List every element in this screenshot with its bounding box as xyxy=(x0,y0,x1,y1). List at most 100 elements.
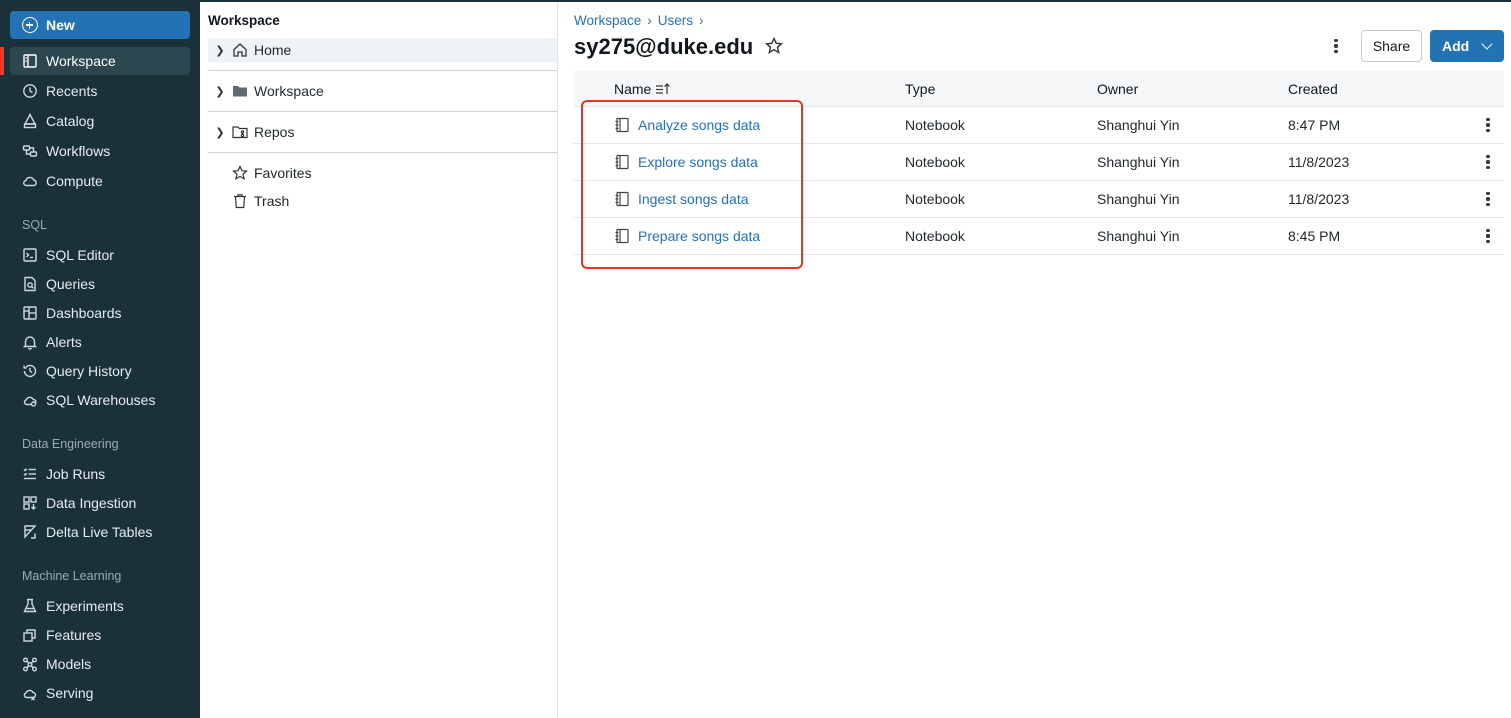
workflows-icon xyxy=(22,143,38,159)
tree-item-label: Trash xyxy=(254,193,290,209)
sidebar-item-label: SQL Editor xyxy=(46,247,114,263)
sidebar-item-label: Alerts xyxy=(46,334,82,350)
bell-icon xyxy=(22,334,38,350)
share-button[interactable]: Share xyxy=(1361,30,1422,62)
tree-divider xyxy=(208,111,557,112)
breadcrumb-separator: › xyxy=(699,13,704,28)
more-options-icon[interactable] xyxy=(1326,36,1346,56)
sort-ascending-icon[interactable] xyxy=(655,82,671,96)
row-more-options-icon[interactable] xyxy=(1478,115,1498,135)
tree-item-favorites[interactable]: Favorites xyxy=(208,161,557,185)
row-more-options-icon[interactable] xyxy=(1478,152,1498,172)
sidebar-item-label: Serving xyxy=(46,685,94,701)
sidebar-item-query-history[interactable]: Query History xyxy=(10,357,190,385)
sidebar-item-label: Features xyxy=(46,627,102,643)
tree-divider xyxy=(208,70,557,71)
sidebar-item-catalog[interactable]: Catalog xyxy=(10,107,190,135)
cell-type: Notebook xyxy=(905,228,965,244)
cell-created: 11/8/2023 xyxy=(1288,191,1350,207)
column-header-owner[interactable]: Owner xyxy=(1097,81,1288,97)
sidebar-item-data-ingestion[interactable]: Data Ingestion xyxy=(10,489,190,517)
add-button-label: Add xyxy=(1442,38,1470,54)
sidebar-item-models[interactable]: Models xyxy=(10,650,190,678)
chevron-right-icon[interactable]: ❯ xyxy=(214,126,226,139)
column-header-created[interactable]: Created xyxy=(1288,81,1478,97)
new-button[interactable]: New xyxy=(10,11,190,39)
sidebar-item-label: Experiments xyxy=(46,598,124,614)
sidebar-item-label: Models xyxy=(46,656,92,672)
tree-item-workspace[interactable]: ❯ Workspace xyxy=(208,79,557,103)
clock-icon xyxy=(22,83,38,99)
favorite-star-icon[interactable] xyxy=(764,36,784,56)
cell-owner: Shanghui Yin xyxy=(1097,117,1180,133)
models-icon xyxy=(22,656,38,672)
sidebar-item-compute[interactable]: Compute xyxy=(10,167,190,195)
sidebar-item-queries[interactable]: Queries xyxy=(10,270,190,298)
trash-icon xyxy=(232,193,248,209)
cloud-icon xyxy=(22,173,38,189)
column-header-name[interactable]: Name xyxy=(574,81,905,97)
catalog-icon xyxy=(22,113,38,129)
cell-owner: Shanghui Yin xyxy=(1097,228,1180,244)
sidebar-item-experiments[interactable]: Experiments xyxy=(10,592,190,620)
sidebar-item-sql-warehouses[interactable]: SQL Warehouses xyxy=(10,386,190,414)
breadcrumb: Workspace › Users › xyxy=(574,13,704,28)
ingestion-icon xyxy=(22,495,38,511)
breadcrumb-separator: › xyxy=(647,13,652,28)
queries-icon xyxy=(22,276,38,292)
tree-item-label: Repos xyxy=(254,124,295,140)
section-heading-data-engineering: Data Engineering xyxy=(22,437,119,451)
sidebar-item-delta-live-tables[interactable]: Delta Live Tables xyxy=(10,518,190,546)
row-more-options-icon[interactable] xyxy=(1478,226,1498,246)
cell-owner: Shanghui Yin xyxy=(1097,191,1180,207)
workspace-tree-panel: Workspace ❯ Home ❯ Workspace ❯ Repos Fav… xyxy=(200,2,558,718)
sidebar-item-workspace[interactable]: Workspace xyxy=(10,47,190,75)
cell-type: Notebook xyxy=(905,191,965,207)
chevron-right-icon[interactable]: ❯ xyxy=(214,85,226,98)
tree-item-repos[interactable]: ❯ Repos xyxy=(208,120,557,144)
tree-item-label: Favorites xyxy=(254,165,312,181)
delta-icon xyxy=(22,524,38,540)
tree-item-home[interactable]: ❯ Home xyxy=(208,38,557,62)
workspace-icon xyxy=(22,53,38,69)
column-header-type[interactable]: Type xyxy=(905,81,1097,97)
cell-created: 11/8/2023 xyxy=(1288,154,1350,170)
sidebar-item-label: Recents xyxy=(46,83,98,99)
sidebar-item-label: Data Ingestion xyxy=(46,495,137,511)
sidebar-item-features[interactable]: Features xyxy=(10,621,190,649)
sidebar: New Workspace Recents Catalog Workflows … xyxy=(0,2,200,718)
features-icon xyxy=(22,627,38,643)
breadcrumb-users[interactable]: Users xyxy=(658,13,693,28)
tree-item-label: Home xyxy=(254,42,292,58)
cell-type: Notebook xyxy=(905,117,965,133)
cell-owner: Shanghui Yin xyxy=(1097,154,1180,170)
folder-icon xyxy=(232,83,248,99)
tree-item-trash[interactable]: Trash xyxy=(208,189,557,213)
cell-created: 8:45 PM xyxy=(1288,228,1341,244)
cell-created: 8:47 PM xyxy=(1288,117,1341,133)
dashboards-icon xyxy=(22,305,38,321)
tree-item-label: Workspace xyxy=(254,83,324,99)
sidebar-item-label: Delta Live Tables xyxy=(46,524,153,540)
sql-editor-icon xyxy=(22,247,38,263)
sidebar-item-sql-editor[interactable]: SQL Editor xyxy=(10,241,190,269)
sidebar-item-workflows[interactable]: Workflows xyxy=(10,137,190,165)
flask-icon xyxy=(22,598,38,614)
breadcrumb-workspace[interactable]: Workspace xyxy=(574,13,641,28)
section-heading-machine-learning: Machine Learning xyxy=(22,569,122,583)
new-button-label: New xyxy=(46,17,75,33)
sidebar-item-recents[interactable]: Recents xyxy=(10,77,190,105)
serving-icon xyxy=(22,685,38,701)
row-more-options-icon[interactable] xyxy=(1478,189,1498,209)
chevron-right-icon[interactable]: ❯ xyxy=(214,44,226,57)
sidebar-item-dashboards[interactable]: Dashboards xyxy=(10,299,190,327)
sidebar-item-label: Catalog xyxy=(46,113,95,129)
sidebar-item-label: Queries xyxy=(46,276,96,292)
chevron-down-icon xyxy=(1481,38,1493,50)
sidebar-item-job-runs[interactable]: Job Runs xyxy=(10,460,190,488)
sidebar-item-serving[interactable]: Serving xyxy=(10,679,190,707)
cell-type: Notebook xyxy=(905,154,965,170)
sidebar-item-alerts[interactable]: Alerts xyxy=(10,328,190,356)
add-button[interactable]: Add xyxy=(1430,30,1504,62)
sidebar-item-label: Compute xyxy=(46,173,103,189)
